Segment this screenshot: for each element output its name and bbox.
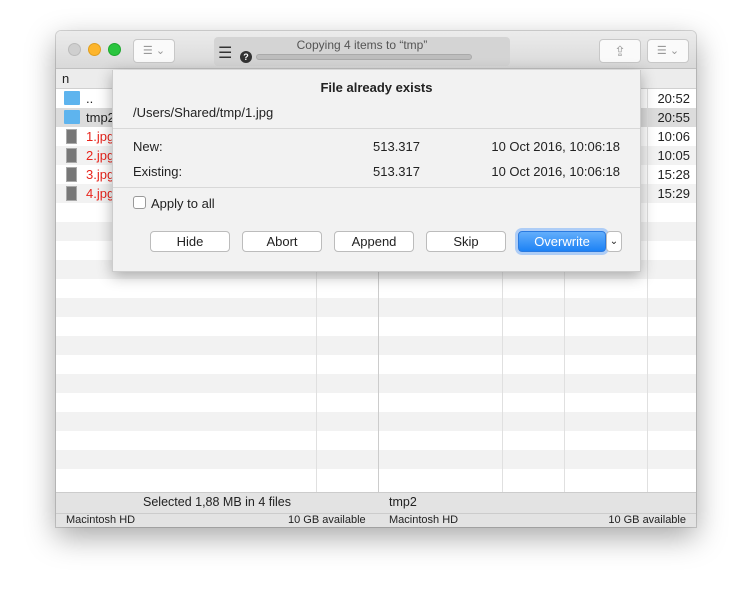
file-name: 1.jpg xyxy=(86,129,115,144)
abort-button[interactable]: Abort xyxy=(242,231,322,252)
list-icon: ☰ ⌄ xyxy=(142,45,166,57)
append-button[interactable]: Append xyxy=(334,231,414,252)
skip-button[interactable]: Skip xyxy=(426,231,506,252)
file-name: 3.jpg xyxy=(86,167,115,182)
image-file-icon xyxy=(66,167,77,182)
folder-icon xyxy=(64,110,80,124)
empty-row xyxy=(56,431,696,450)
image-file-icon xyxy=(66,186,77,201)
empty-row xyxy=(56,412,696,431)
file-name: .. xyxy=(86,91,94,106)
new-label: New: xyxy=(133,139,163,154)
overwrite-button[interactable]: Overwrite xyxy=(518,231,606,252)
selection-summary: Selected 1,88 MB in 4 files xyxy=(143,495,291,509)
hide-button[interactable]: Hide xyxy=(150,231,230,252)
new-date: 10 Oct 2016, 10:06:18 xyxy=(491,139,620,154)
progress-bar xyxy=(256,54,472,60)
file-time: 15:29 xyxy=(657,186,690,201)
file-name: tmp2 xyxy=(86,110,115,125)
file-time: 15:28 xyxy=(657,167,690,182)
apply-to-all-checkbox[interactable] xyxy=(133,196,146,209)
share-icon: ⇪ xyxy=(614,43,626,59)
right-free-space: 10 GB available xyxy=(608,514,686,526)
right-volume: Macintosh HD xyxy=(389,514,459,526)
file-time: 20:52 xyxy=(657,91,690,106)
file-time: 10:05 xyxy=(657,148,690,163)
share-button[interactable]: ⇪ xyxy=(599,39,641,63)
folder-icon xyxy=(64,91,80,105)
file-time: 20:55 xyxy=(657,110,690,125)
empty-row xyxy=(56,355,696,374)
help-icon[interactable]: ? xyxy=(240,51,252,63)
existing-label: Existing: xyxy=(133,164,183,179)
file-name: 2.jpg xyxy=(86,148,115,163)
empty-row xyxy=(56,469,696,488)
empty-row xyxy=(56,298,696,317)
existing-size: 513.317 xyxy=(373,164,420,179)
apply-to-all-label[interactable]: Apply to all xyxy=(151,196,215,211)
file-time: 10:06 xyxy=(657,129,690,144)
file-path: /Users/Shared/tmp/1.jpg xyxy=(133,105,274,120)
image-file-icon xyxy=(66,129,77,144)
view-menu-button[interactable]: ☰ ⌄ xyxy=(133,39,175,63)
close-button[interactable] xyxy=(68,43,81,56)
empty-row xyxy=(56,393,696,412)
empty-row xyxy=(56,336,696,355)
left-volume: Macintosh HD xyxy=(66,514,136,526)
progress-title: Copying 4 items to “tmp” xyxy=(296,38,428,52)
file-exists-dialog: File already exists /Users/Shared/tmp/1.… xyxy=(112,70,641,272)
empty-row xyxy=(56,374,696,393)
minimize-button[interactable] xyxy=(88,43,101,56)
list-icon: ☰ ⌄ xyxy=(656,45,680,57)
overwrite-options-button[interactable]: ⌄ xyxy=(606,231,622,252)
new-size: 513.317 xyxy=(373,139,420,154)
dialog-title: File already exists xyxy=(320,80,433,95)
existing-date: 10 Oct 2016, 10:06:18 xyxy=(491,164,620,179)
title-bar: ☰ ⌄ ☰ ? Copying 4 items to “tmp” ⇪ ☰ ⌄ xyxy=(56,31,696,69)
zoom-button[interactable] xyxy=(108,43,121,56)
empty-row xyxy=(56,279,696,298)
status-bar: Selected 1,88 MB in 4 files tmp2 Macinto… xyxy=(56,492,696,527)
file-name: 4.jpg xyxy=(86,186,115,201)
left-free-space: 10 GB available xyxy=(288,514,366,526)
empty-row xyxy=(56,450,696,469)
chevron-down-icon: ⌄ xyxy=(609,236,619,247)
action-menu-button[interactable]: ☰ ⌄ xyxy=(647,39,689,63)
image-file-icon xyxy=(66,148,77,163)
empty-row xyxy=(56,317,696,336)
right-path: tmp2 xyxy=(389,495,417,509)
progress-panel: ☰ ? Copying 4 items to “tmp” xyxy=(214,37,510,66)
